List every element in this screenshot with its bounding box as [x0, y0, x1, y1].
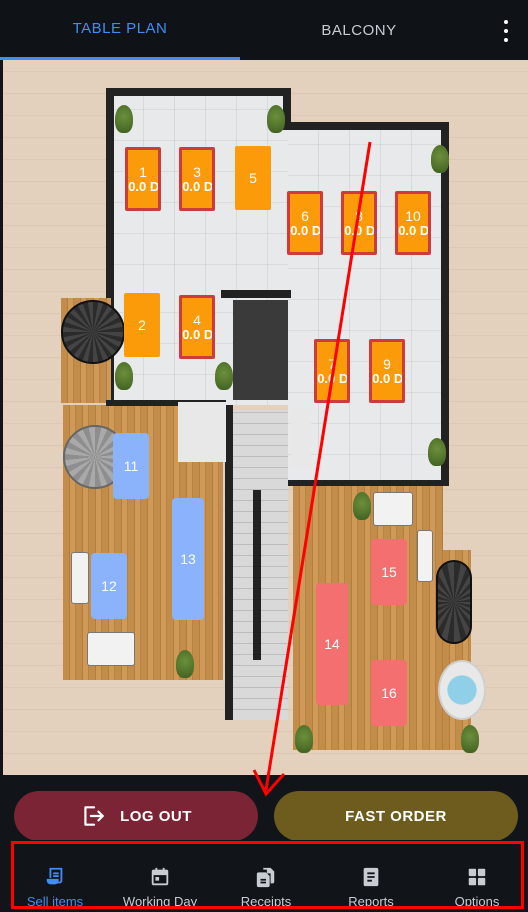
- table-number: 10: [405, 208, 421, 224]
- plant: [295, 725, 313, 753]
- table-amount: 300.0 DIN: [290, 223, 322, 238]
- restroom: [178, 402, 226, 462]
- umbrella: [61, 300, 125, 364]
- restroom: [291, 408, 311, 468]
- table-2[interactable]: 2: [124, 293, 160, 357]
- action-bar: LOG OUT FAST ORDER: [0, 775, 528, 841]
- table-number: 4: [193, 312, 201, 328]
- table-number: 3: [193, 164, 201, 180]
- table-8[interactable]: 8 250.0 DIN: [341, 191, 377, 255]
- table-number: 16: [381, 685, 397, 701]
- table-1[interactable]: 1 350.0 DIN: [125, 147, 161, 211]
- fast-order-label: FAST ORDER: [345, 807, 447, 825]
- app-root: TABLE PLAN BALCONY 1 0.0 D 3 0.0 D 5 6 0…: [0, 0, 528, 912]
- table-number: 12: [101, 578, 117, 594]
- table-amount: 350.0 DIN: [398, 223, 430, 238]
- table-amount: 250.0 DIN: [344, 223, 376, 238]
- logout-icon: [84, 806, 104, 826]
- table-3[interactable]: 3 500.0 DIN: [179, 147, 215, 211]
- logout-button[interactable]: LOG OUT: [14, 791, 258, 841]
- wall: [441, 122, 449, 486]
- table-number: 9: [383, 356, 391, 372]
- wall: [288, 480, 448, 486]
- table-16[interactable]: 16: [371, 660, 407, 726]
- wall: [108, 88, 290, 96]
- table-number: 13: [180, 551, 196, 567]
- table-amount: 500.0 DIN: [182, 179, 214, 194]
- plant: [115, 362, 133, 390]
- main-hall-floor: [288, 125, 443, 485]
- table-10[interactable]: 10 350.0 DIN: [395, 191, 431, 255]
- table-amount: 300.0 DIN: [317, 371, 349, 386]
- logout-label: LOG OUT: [120, 807, 192, 825]
- table-amount: 350.0 DIN: [182, 327, 214, 342]
- table-number: 6: [301, 208, 309, 224]
- floor-plan: 1 350.0 DIN 3 500.0 DIN 5 6 300.0 DIN 8 …: [3, 60, 528, 775]
- hot-tub: [438, 660, 486, 720]
- plant: [215, 362, 233, 390]
- table-15[interactable]: 15: [371, 539, 407, 605]
- wall: [225, 405, 233, 720]
- tab-table-plan[interactable]: TABLE PLAN: [0, 0, 240, 60]
- tab-bar: TABLE PLAN BALCONY: [0, 0, 528, 60]
- sofa: [71, 552, 89, 604]
- bottom-navigation: Sell items Working Day Receipts Reports …: [0, 840, 528, 912]
- sofa: [417, 530, 433, 582]
- table-number: 15: [381, 564, 397, 580]
- sofa: [87, 632, 135, 666]
- plant: [267, 105, 285, 133]
- table-amount: 300.0 DIN: [372, 371, 404, 386]
- plant: [431, 145, 449, 173]
- wall: [283, 122, 448, 130]
- fast-order-button[interactable]: FAST ORDER: [274, 791, 518, 841]
- table-number: 14: [324, 636, 340, 652]
- table-amount: 350.0 DIN: [128, 179, 160, 194]
- sofa: [373, 492, 413, 526]
- table-number: 5: [249, 170, 257, 186]
- table-14[interactable]: 14: [316, 583, 348, 705]
- table-number: 7: [328, 356, 336, 372]
- plant: [428, 438, 446, 466]
- table-11[interactable]: 11: [113, 433, 149, 499]
- plant: [176, 650, 194, 678]
- table-number: 8: [355, 208, 363, 224]
- annotation-highlight-box: [11, 841, 524, 909]
- table-5[interactable]: 5: [235, 146, 271, 210]
- plant: [353, 492, 371, 520]
- table-7[interactable]: 7 300.0 DIN: [314, 339, 350, 403]
- plant: [115, 105, 133, 133]
- table-6[interactable]: 6 300.0 DIN: [287, 191, 323, 255]
- wall: [253, 490, 261, 660]
- table-number: 1: [139, 164, 147, 180]
- table-number: 2: [138, 317, 146, 333]
- wall: [221, 290, 291, 298]
- table-9[interactable]: 9 300.0 DIN: [369, 339, 405, 403]
- wall: [233, 300, 288, 400]
- table-number: 11: [123, 458, 139, 474]
- umbrella: [436, 560, 472, 644]
- table-13[interactable]: 13: [172, 498, 204, 620]
- table-4[interactable]: 4 350.0 DIN: [179, 295, 215, 359]
- more-vert-icon[interactable]: [502, 20, 510, 42]
- plant: [461, 725, 479, 753]
- tab-balcony[interactable]: BALCONY: [240, 0, 478, 60]
- table-12[interactable]: 12: [91, 553, 127, 619]
